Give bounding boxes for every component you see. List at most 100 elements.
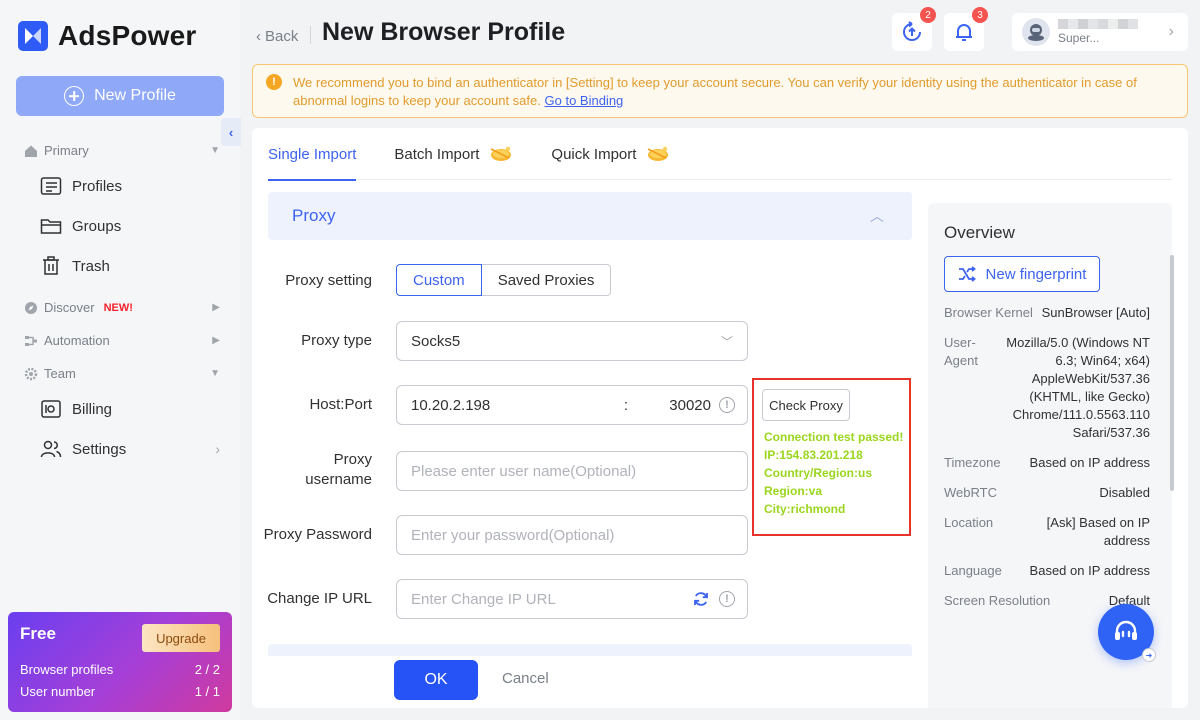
new-fingerprint-button[interactable]: New fingerprint <box>944 256 1100 292</box>
premium-coin-icon <box>648 146 669 161</box>
nav-section-label: Discover <box>44 300 95 315</box>
tab-batch-import[interactable]: Batch Import <box>394 128 513 180</box>
host-input[interactable]: 10.20.2.198 <box>411 397 611 414</box>
custom-option[interactable]: Custom <box>396 264 482 296</box>
arrow-icon: ➜ <box>1142 648 1156 662</box>
security-notice: ! We recommend you to bind an authentica… <box>252 64 1188 118</box>
support-chat-button[interactable]: ➜ <box>1098 604 1156 662</box>
sidebar-item-profiles[interactable]: Profiles <box>40 176 220 196</box>
nav-section-primary[interactable]: Primary ▼ <box>24 143 220 158</box>
overview-key: Timezone <box>944 455 1001 470</box>
profiles-icon <box>40 177 62 195</box>
logo[interactable]: AdsPower <box>18 20 197 52</box>
home-icon <box>25 145 37 157</box>
overview-key: WebRTC <box>944 485 997 500</box>
caret-down-icon: ▼ <box>210 368 220 379</box>
headset-icon <box>1115 620 1137 640</box>
notice-text: We recommend you to bind an authenticato… <box>293 75 1137 108</box>
chevron-right-icon: › <box>1168 23 1174 40</box>
plus-circle-icon <box>64 86 85 106</box>
proxy-username-input[interactable]: Please enter user name(Optional) <box>396 451 748 491</box>
overview-value: SunBrowser [Auto] <box>1041 305 1150 320</box>
next-section-header <box>268 644 912 656</box>
sync-button[interactable]: 2 <box>892 7 936 51</box>
astronaut-avatar-icon <box>1028 24 1044 41</box>
trash-icon <box>43 256 59 275</box>
upload-sync-icon <box>903 21 921 41</box>
new-fingerprint-label: New fingerprint <box>985 265 1087 283</box>
automation-icon <box>25 335 37 346</box>
new-profile-button[interactable]: New Profile <box>16 76 224 116</box>
chevron-up-icon: ︿ <box>870 208 884 224</box>
cancel-button[interactable]: Cancel <box>502 670 549 687</box>
proxy-type-value: Socks5 <box>411 332 461 350</box>
overview-scrollbar[interactable] <box>1170 255 1174 491</box>
redacted-username <box>1058 19 1138 29</box>
tab-single-import[interactable]: Single Import <box>268 128 357 181</box>
port-input[interactable]: 30020 <box>669 397 711 414</box>
overview-row: Browser Kernel SunBrowser [Auto] <box>944 304 1150 322</box>
proxy-type-label: Proxy type <box>301 332 372 349</box>
header-divider <box>310 26 311 44</box>
ok-button[interactable]: OK <box>394 660 478 700</box>
nav-section-discover[interactable]: Discover NEW! ▶ <box>24 300 220 315</box>
result-line: City:richmond <box>764 502 846 516</box>
nav-section-label: Team <box>44 366 76 381</box>
sync-badge: 2 <box>920 7 936 23</box>
profile-form-card: Single Import Batch Import Quick Import … <box>252 128 1188 708</box>
back-link[interactable]: ‹ Back <box>256 28 298 45</box>
info-icon[interactable]: ! <box>719 397 735 413</box>
user-menu[interactable]: Super... › <box>1012 13 1188 51</box>
caret-right-icon: ▶ <box>212 302 220 313</box>
overview-row: User-Agent Mozilla/5.0 (Windows NT 6.3; … <box>944 334 1150 442</box>
user-info: Super... <box>1058 19 1138 45</box>
proxy-password-input[interactable]: Enter your password(Optional) <box>396 515 748 555</box>
nav-section-label: Automation <box>44 333 110 348</box>
overview-value: Mozilla/5.0 (Windows NT 6.3; Win64; x64)… <box>1006 335 1150 440</box>
upgrade-button[interactable]: Upgrade <box>142 624 220 652</box>
sidebar-item-billing[interactable]: Billing <box>40 399 220 419</box>
refresh-icon[interactable] <box>693 591 709 607</box>
change-ip-url-input[interactable]: Enter Change IP URL ! <box>396 579 748 619</box>
nav-section-team[interactable]: Team ▼ <box>24 366 220 381</box>
go-to-binding-link[interactable]: Go to Binding <box>545 93 624 108</box>
overview-key: Language <box>944 563 1002 578</box>
chevron-right-icon: › <box>215 441 220 457</box>
sidebar-item-trash[interactable]: Trash <box>40 256 220 276</box>
import-tabs: Single Import Batch Import Quick Import <box>268 128 1172 181</box>
adspower-logo-icon <box>18 21 48 51</box>
collapse-sidebar-button[interactable]: ‹ <box>221 118 241 146</box>
result-line: Country/Region:us <box>764 466 872 480</box>
check-proxy-button[interactable]: Check Proxy <box>762 389 850 421</box>
change-ip-url-label: Change IP URL <box>267 590 372 607</box>
tab-quick-import[interactable]: Quick Import <box>551 128 670 180</box>
overview-value: Based on IP address <box>1029 563 1150 578</box>
notifications-button[interactable]: 3 <box>944 7 988 51</box>
caret-down-icon: ▼ <box>210 145 220 156</box>
users-icon <box>40 440 62 458</box>
app-name: AdsPower <box>58 20 197 51</box>
premium-coin-icon <box>491 146 512 161</box>
avatar <box>1022 18 1050 46</box>
sidebar-item-groups[interactable]: Groups <box>40 216 220 236</box>
check-proxy-result: Connection test passed! IP:154.83.201.21… <box>764 428 903 518</box>
sidebar-item-settings[interactable]: Settings › <box>40 439 220 459</box>
info-icon[interactable]: ! <box>719 591 735 607</box>
plan-card: Free Upgrade Browser profiles 2 / 2 User… <box>8 612 232 712</box>
overview-key: Screen Resolution <box>944 593 1051 608</box>
overview-value: Based on IP address <box>1029 455 1150 470</box>
new-profile-label: New Profile <box>94 87 176 104</box>
billing-icon <box>41 400 61 418</box>
sidebar-item-label: Billing <box>72 400 113 418</box>
tab-label: Batch Import <box>394 145 480 163</box>
nav-section-automation[interactable]: Automation ▶ <box>24 333 220 348</box>
new-badge: NEW! <box>103 301 133 314</box>
chevron-down-icon: ﹀ <box>720 334 733 349</box>
folder-icon <box>40 219 62 234</box>
overview-key: Browser Kernel <box>944 305 1033 320</box>
proxy-type-select[interactable]: Socks5 ﹀ <box>396 321 748 361</box>
nav-section-label: Primary <box>44 143 89 158</box>
proxy-section-header[interactable]: Proxy ︿ <box>268 192 912 240</box>
plan-row-label: User number <box>20 684 96 699</box>
saved-proxies-option[interactable]: Saved Proxies <box>481 264 612 296</box>
